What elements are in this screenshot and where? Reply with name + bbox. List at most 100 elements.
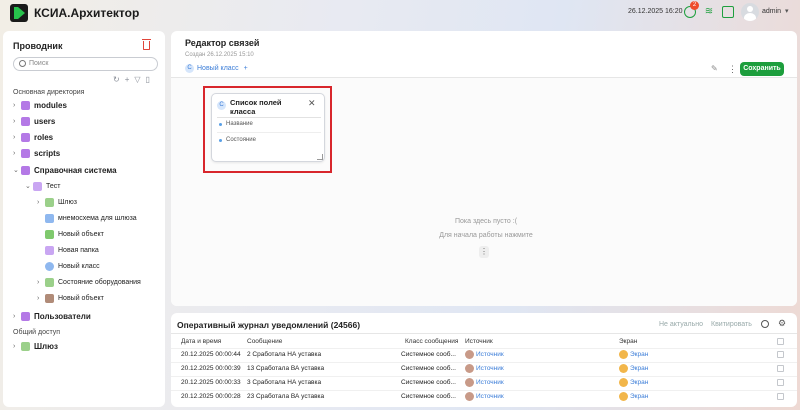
user-name[interactable]: admin — [762, 8, 781, 15]
row-time: 20.12.2025 00:00:33 — [181, 379, 241, 386]
field-item[interactable]: Название — [226, 121, 253, 127]
panel-icon[interactable] — [722, 6, 734, 18]
divider — [171, 362, 797, 363]
alarm-count-badge: 2 — [690, 1, 699, 10]
search-input[interactable]: Поиск — [13, 57, 158, 71]
folder-icon — [21, 148, 30, 158]
class-selector[interactable]: С Новый класс + — [185, 64, 248, 73]
filter-icon[interactable]: ▽ — [134, 75, 140, 84]
delete-icon[interactable]: ▯ — [146, 75, 150, 84]
chevron-down-icon[interactable]: ▾ — [785, 7, 789, 15]
refresh-icon[interactable]: ↻ — [113, 75, 120, 84]
source-icon — [465, 378, 474, 387]
chevron-right-icon[interactable]: › — [13, 313, 21, 320]
explorer-sidebar: Проводник Поиск ↻ + ▽ ▯ Основная директо… — [3, 31, 165, 407]
column-header[interactable]: Источник — [465, 338, 493, 345]
section-main-label: Основная директория — [13, 89, 85, 96]
gear-icon[interactable]: ⚙ — [778, 318, 786, 329]
save-button[interactable]: Сохранить — [740, 62, 784, 76]
row-message: 2 Сработала НА уставка — [247, 351, 322, 358]
tree-item-new-object-2[interactable]: › Новый объект — [37, 292, 104, 304]
chevron-right-icon[interactable]: › — [37, 199, 45, 206]
field-item[interactable]: Состояние — [226, 137, 256, 143]
row-screen[interactable]: Экран — [619, 378, 648, 387]
source-icon — [465, 364, 474, 373]
chevron-right-icon[interactable]: › — [13, 102, 21, 109]
connection-icon[interactable]: ≋ — [703, 6, 715, 18]
object-icon — [45, 293, 54, 303]
resize-handle[interactable] — [317, 154, 323, 160]
canvas-menu-button[interactable]: ⋮ — [479, 246, 489, 258]
row-screen[interactable]: Экран — [619, 350, 648, 359]
irrelevant-button[interactable]: Не актуально — [659, 321, 703, 328]
column-header[interactable]: Сообщение — [247, 338, 282, 345]
chevron-right-icon[interactable]: › — [13, 150, 21, 157]
class-fields-card[interactable]: С Список полей класса ✕ Название Состоян… — [211, 93, 325, 162]
row-message: 23 Сработала ВА уставка — [247, 393, 325, 400]
row-message: 13 Сработала ВА уставка — [247, 365, 325, 372]
tree-item-equipment-state[interactable]: › Состояние оборудования — [37, 276, 141, 288]
source-icon — [465, 392, 474, 401]
tree-item-roles[interactable]: › roles — [13, 131, 53, 143]
row-class: Системное сооб... — [401, 379, 456, 386]
object-icon — [45, 229, 54, 239]
row-source[interactable]: Источник — [465, 392, 504, 401]
row-checkbox[interactable] — [777, 351, 784, 358]
tree-item-gateway[interactable]: › Шлюз — [37, 196, 77, 208]
class-label: Новый класс — [197, 65, 239, 72]
screen-icon — [619, 364, 628, 373]
tree-item-shared-gateway[interactable]: › Шлюз — [13, 340, 58, 352]
trash-icon[interactable] — [142, 39, 151, 50]
divider — [171, 390, 797, 391]
tree-item-users-folder[interactable]: › Пользователи — [13, 310, 91, 322]
tree-item-test[interactable]: ⌄ Тест — [25, 180, 60, 192]
row-class: Системное сооб... — [401, 393, 456, 400]
edit-icon[interactable]: ✎ — [711, 64, 718, 73]
add-icon[interactable]: + — [125, 75, 130, 84]
folder-icon — [21, 116, 30, 126]
close-icon[interactable]: ✕ — [308, 98, 316, 109]
chevron-down-icon[interactable]: ⌄ — [13, 166, 21, 174]
tree-item-new-class[interactable]: Новый класс — [45, 260, 100, 272]
more-icon[interactable]: ⋮ — [728, 64, 737, 75]
row-screen[interactable]: Экран — [619, 364, 648, 373]
row-checkbox[interactable] — [777, 393, 784, 400]
row-checkbox[interactable] — [777, 379, 784, 386]
row-source[interactable]: Источник — [465, 378, 504, 387]
tree-item-scripts[interactable]: › scripts — [13, 147, 60, 159]
select-all-checkbox[interactable] — [777, 338, 784, 345]
divider — [171, 333, 797, 334]
chevron-right-icon[interactable]: › — [37, 279, 45, 286]
tree-item-mnemo[interactable]: мнемосхема для шлюза — [45, 212, 137, 224]
tree-item-modules[interactable]: › modules — [13, 99, 67, 111]
row-source[interactable]: Источник — [465, 364, 504, 373]
chevron-down-icon[interactable]: ⌄ — [25, 182, 33, 190]
row-screen[interactable]: Экран — [619, 392, 648, 401]
tree-item-users[interactable]: › users — [13, 115, 55, 127]
empty-message: Пока здесь пусто :( — [454, 218, 518, 225]
add-icon[interactable]: + — [244, 65, 248, 72]
folder-icon — [21, 132, 30, 142]
chevron-right-icon[interactable]: › — [13, 343, 21, 350]
column-header[interactable]: Дата и время — [181, 338, 221, 345]
row-checkbox[interactable] — [777, 365, 784, 372]
column-header[interactable]: Экран — [619, 338, 637, 345]
tree-item-new-folder[interactable]: Новая папка — [45, 244, 99, 256]
row-source[interactable]: Источник — [465, 350, 504, 359]
top-bar: КСИА.Архитектор 26.12.2025 16:20 2 ≋ adm… — [0, 0, 800, 26]
column-header[interactable]: Класс сообщения — [405, 338, 458, 345]
screen-icon — [619, 392, 628, 401]
avatar[interactable] — [741, 3, 759, 21]
divider — [217, 132, 321, 133]
chevron-right-icon[interactable]: › — [13, 118, 21, 125]
history-icon[interactable] — [761, 320, 769, 328]
search-icon — [19, 60, 26, 67]
chevron-right-icon[interactable]: › — [37, 295, 45, 302]
tree-toolbar: ↻ + ▽ ▯ — [113, 75, 150, 84]
tree-item-new-object[interactable]: Новый объект — [45, 228, 104, 240]
folder-icon — [21, 100, 30, 110]
tree-item-reference-system[interactable]: ⌄ Справочная система — [13, 164, 117, 176]
acknowledge-button[interactable]: Квитировать — [711, 321, 752, 328]
chevron-right-icon[interactable]: › — [13, 134, 21, 141]
mnemo-icon — [45, 213, 54, 223]
